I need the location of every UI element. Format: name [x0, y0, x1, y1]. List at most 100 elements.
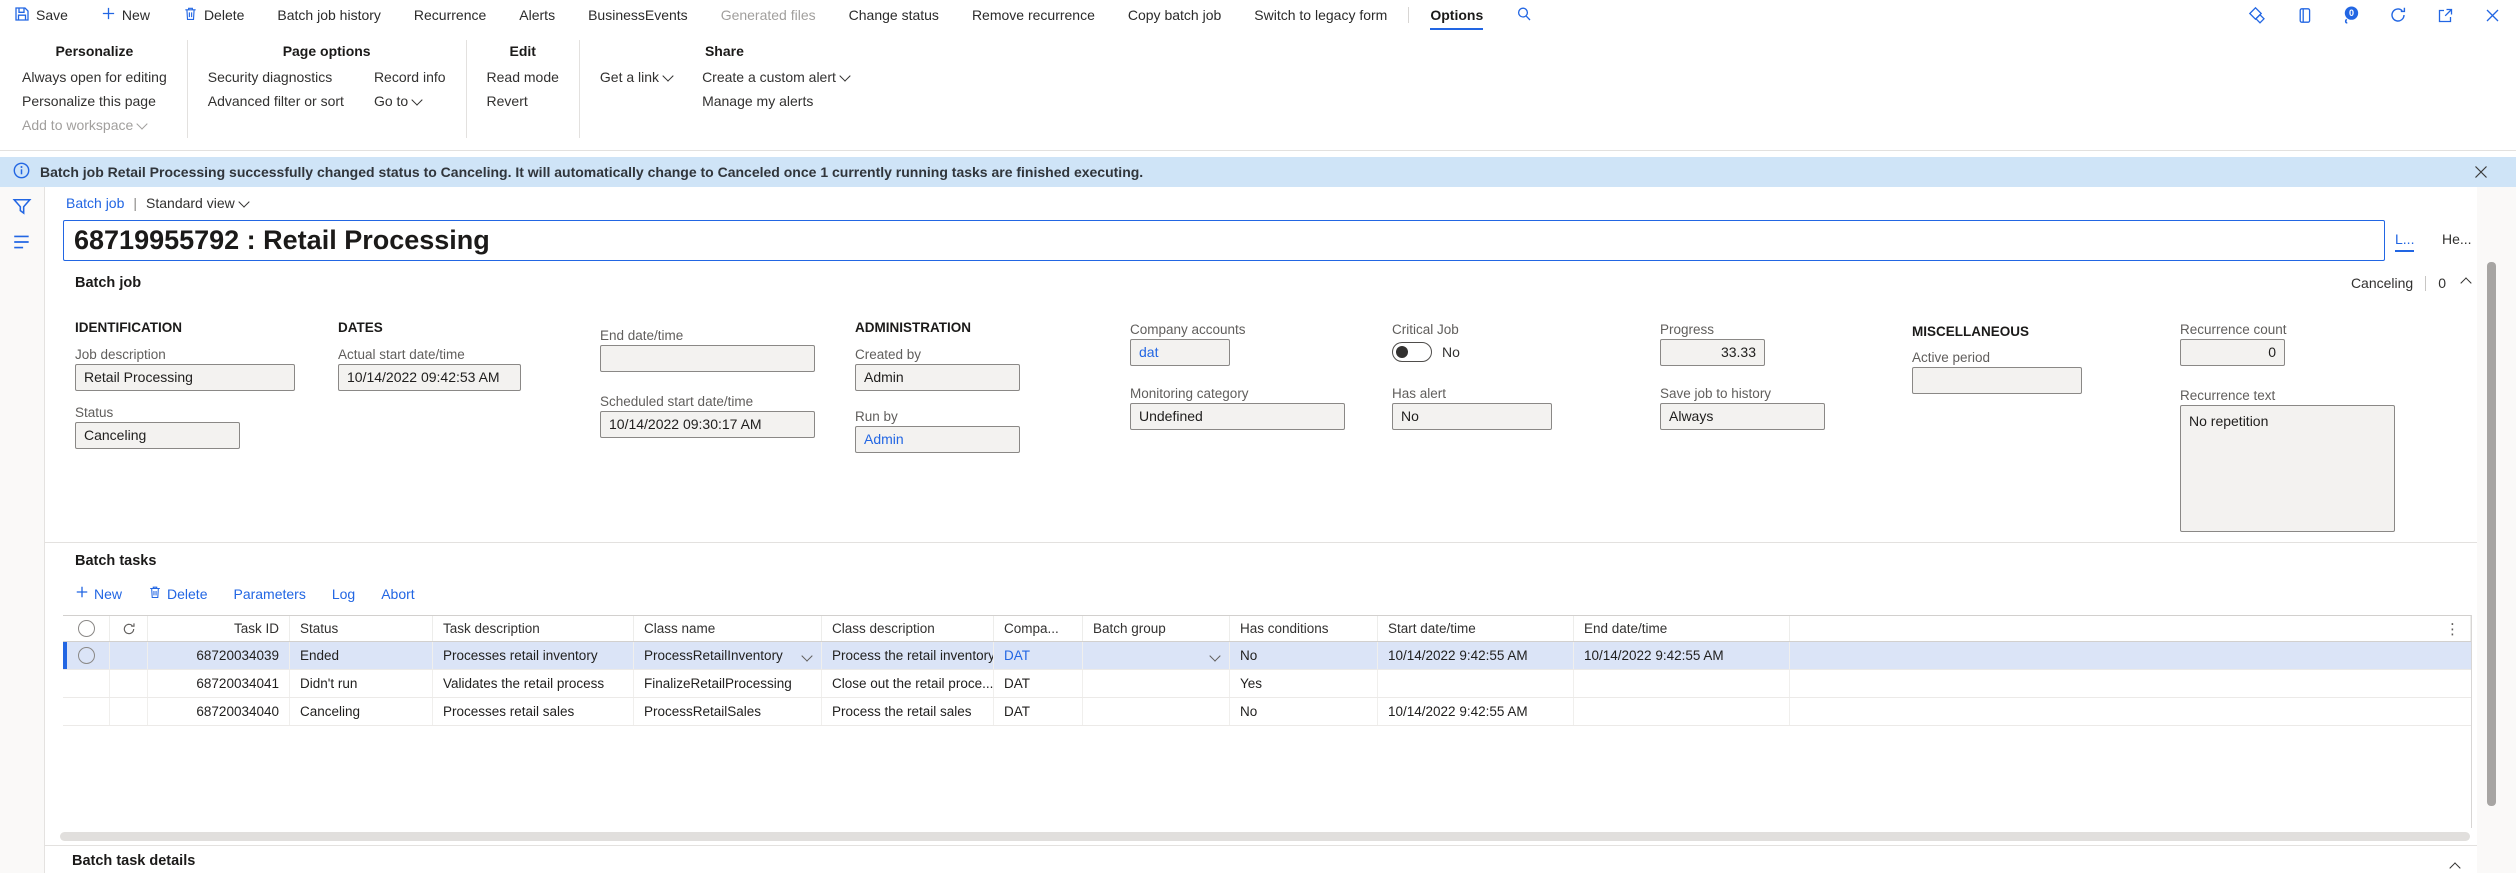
create-custom-alert-button[interactable]: Create a custom alert: [702, 68, 851, 86]
table-row[interactable]: 68720034040 Canceling Processes retail s…: [63, 698, 2471, 726]
go-to-button[interactable]: Go to: [374, 92, 446, 110]
group-title-page-options: Page options: [282, 43, 371, 59]
notifications-icon[interactable]: 0: [2341, 3, 2361, 27]
tab-options[interactable]: Options: [1430, 0, 1483, 30]
popout-icon[interactable]: [2435, 3, 2455, 27]
tab-lines[interactable]: L...: [2395, 231, 2415, 252]
collapse-section-icon[interactable]: [2460, 277, 2472, 289]
critical-job-value: No: [1442, 344, 1460, 360]
scheduled-start-label: Scheduled start date/time: [600, 394, 754, 409]
column-header-batch-group[interactable]: Batch group: [1083, 616, 1230, 641]
collapse-section-icon[interactable]: [2446, 857, 2461, 875]
remove-recurrence-button[interactable]: Remove recurrence: [972, 0, 1095, 30]
always-open-for-editing-button[interactable]: Always open for editing: [22, 68, 167, 86]
cell-start-datetime: [1378, 670, 1574, 697]
active-period-field[interactable]: [1912, 367, 2082, 394]
status-field[interactable]: Canceling: [75, 422, 240, 449]
alerts-button[interactable]: Alerts: [519, 0, 555, 30]
filter-icon[interactable]: [12, 197, 32, 222]
job-title-field[interactable]: 68719955792 : Retail Processing: [63, 220, 2385, 261]
copy-batch-job-button[interactable]: Copy batch job: [1128, 0, 1221, 30]
cell-batch-group[interactable]: [1083, 642, 1230, 669]
select-all-radio[interactable]: [63, 616, 110, 641]
column-header-class-description[interactable]: Class description: [822, 616, 994, 641]
batch-job-history-button[interactable]: Batch job history: [277, 0, 381, 30]
job-description-label: Job description: [75, 347, 166, 362]
record-info-button[interactable]: Record info: [374, 68, 446, 86]
tasks-parameters-button[interactable]: Parameters: [233, 586, 305, 602]
run-by-field[interactable]: Admin: [855, 426, 1020, 453]
progress-field[interactable]: 33.33: [1660, 339, 1765, 366]
vertical-scrollbar[interactable]: [2487, 262, 2496, 806]
new-button[interactable]: New: [101, 0, 150, 30]
tasks-new-button[interactable]: New: [75, 585, 122, 602]
refresh-icon[interactable]: [2388, 3, 2408, 27]
recurrence-count-field[interactable]: 0: [2180, 339, 2285, 366]
grid-refresh-icon[interactable]: [110, 616, 148, 641]
column-header-task-id[interactable]: Task ID: [148, 616, 290, 641]
column-header-class-name[interactable]: Class name: [634, 616, 822, 641]
command-bar-separator: [1408, 7, 1410, 23]
get-a-link-button[interactable]: Get a link: [600, 68, 674, 86]
created-by-field[interactable]: Admin: [855, 364, 1020, 391]
radio-icon: [77, 647, 95, 664]
table-row[interactable]: 68720034041 Didn't run Validates the ret…: [63, 670, 2471, 698]
monitoring-category-field[interactable]: Undefined: [1130, 403, 1345, 430]
cell-company-link[interactable]: DAT: [994, 642, 1083, 669]
search-button[interactable]: [1516, 0, 1532, 30]
critical-job-toggle[interactable]: [1392, 342, 1432, 362]
column-header-task-description[interactable]: Task description: [433, 616, 634, 641]
change-status-button[interactable]: Change status: [849, 0, 939, 30]
column-header-has-conditions[interactable]: Has conditions: [1230, 616, 1378, 641]
close-icon[interactable]: [2482, 3, 2502, 27]
recurrence-button[interactable]: Recurrence: [414, 0, 486, 30]
column-header-end-datetime[interactable]: End date/time: [1574, 616, 1790, 641]
message-close-icon[interactable]: [2474, 157, 2488, 187]
recurrence-text-field[interactable]: No repetition: [2180, 405, 2395, 532]
manage-my-alerts-button[interactable]: Manage my alerts: [702, 92, 849, 110]
breadcrumb-batch-job-link[interactable]: Batch job: [66, 195, 124, 211]
nav-menu-icon[interactable]: [12, 233, 32, 256]
job-status-badge: Canceling: [2350, 275, 2414, 291]
save-button[interactable]: Save: [14, 0, 68, 30]
table-row[interactable]: 68720034039 Ended Processes retail inven…: [63, 642, 2471, 670]
tasks-log-button[interactable]: Log: [332, 586, 355, 602]
tasks-delete-button[interactable]: Delete: [148, 585, 207, 602]
office-apps-icon[interactable]: [2294, 3, 2314, 27]
info-icon: [13, 162, 30, 182]
read-mode-button[interactable]: Read mode: [487, 68, 559, 86]
column-header-start-datetime[interactable]: Start date/time: [1378, 616, 1574, 641]
company-accounts-field[interactable]: dat: [1130, 339, 1230, 366]
job-description-field[interactable]: Retail Processing: [75, 364, 295, 391]
switch-to-legacy-form-button[interactable]: Switch to legacy form: [1254, 0, 1387, 30]
batch-job-section-right: Canceling 0: [2350, 275, 2472, 291]
advanced-filter-or-sort-button[interactable]: Advanced filter or sort: [208, 92, 344, 110]
filter-funnel-icon[interactable]: [1065, 621, 1077, 636]
personalize-this-page-button[interactable]: Personalize this page: [22, 92, 167, 110]
cell-task-description: Processes retail inventory: [433, 642, 634, 669]
row-radio[interactable]: [63, 642, 110, 669]
business-events-button[interactable]: BusinessEvents: [588, 0, 688, 30]
cell-task-description: Processes retail sales: [433, 698, 634, 725]
actual-start-field[interactable]: 10/14/2022 09:42:53 AM: [338, 364, 521, 391]
grid-more-options[interactable]: ⋮: [1790, 616, 2471, 641]
cell-class-name[interactable]: ProcessRetailInventory: [634, 642, 822, 669]
tasks-abort-button[interactable]: Abort: [381, 586, 414, 602]
plus-icon: [101, 6, 116, 24]
column-header-status[interactable]: Status: [290, 616, 433, 641]
cell-company: DAT: [994, 670, 1083, 697]
save-job-to-history-field[interactable]: Always: [1660, 403, 1825, 430]
horizontal-scrollbar[interactable]: [60, 832, 2470, 841]
revert-button[interactable]: Revert: [487, 92, 559, 110]
tab-header[interactable]: He...: [2442, 231, 2472, 250]
task-recorder-icon[interactable]: [2247, 3, 2267, 27]
scheduled-start-field[interactable]: 10/14/2022 09:30:17 AM: [600, 411, 815, 438]
breadcrumb: Batch job | Standard view: [66, 195, 250, 211]
column-header-company[interactable]: Compa...: [994, 616, 1083, 641]
attachment-count[interactable]: 0: [2438, 275, 2446, 291]
delete-button[interactable]: Delete: [183, 0, 244, 30]
security-diagnostics-button[interactable]: Security diagnostics: [208, 68, 344, 86]
view-selector[interactable]: Standard view: [146, 195, 250, 211]
has-alert-field[interactable]: No: [1392, 403, 1552, 430]
end-datetime-field[interactable]: [600, 345, 815, 372]
